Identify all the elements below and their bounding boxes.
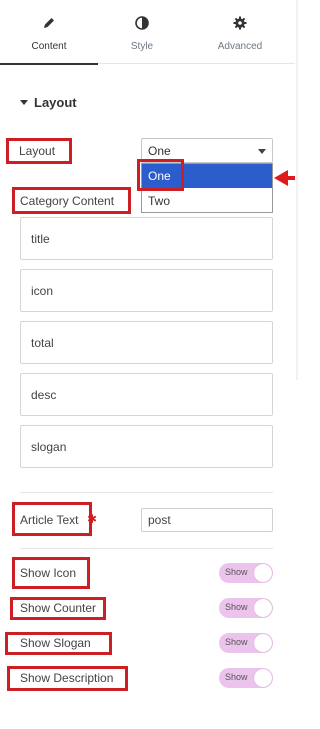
category-item-text: title [31, 231, 50, 246]
article-text-input[interactable]: post [141, 508, 273, 532]
highlight-box [6, 138, 72, 164]
toggle-knob [254, 669, 272, 687]
category-item-input[interactable]: desc [20, 373, 273, 416]
highlight-box [7, 666, 128, 691]
category-item-input[interactable]: icon [20, 269, 273, 312]
toggle-state-label: Show [225, 602, 248, 612]
highlight-box [5, 632, 112, 655]
section-title: Layout [34, 95, 77, 110]
layout-option-two[interactable]: Two [142, 189, 272, 213]
highlight-box [12, 187, 131, 214]
show-icon-toggle[interactable]: Show [219, 563, 273, 583]
toggle-state-label: Show [225, 637, 248, 647]
category-item-input[interactable]: total [20, 321, 273, 364]
tab-advanced-label: Advanced [217, 41, 263, 52]
toggle-knob [254, 634, 272, 652]
caret-down-icon [20, 100, 28, 105]
highlight-box [10, 597, 106, 620]
chevron-down-icon [258, 149, 266, 154]
show-counter-toggle[interactable]: Show [219, 598, 273, 618]
category-item-input[interactable]: slogan [20, 425, 273, 468]
show-slogan-toggle[interactable]: Show [219, 633, 273, 653]
toggle-knob [254, 599, 272, 617]
section-layout-header[interactable]: Layout [20, 95, 77, 110]
tab-content-label: Content [31, 41, 67, 52]
tab-advanced[interactable]: Advanced [190, 0, 290, 64]
panel-tabs: Content Style Advanced [0, 0, 295, 65]
layout-select-value: One [148, 144, 171, 158]
pencil-icon [0, 16, 98, 34]
tab-style[interactable]: Style [93, 0, 191, 64]
editor-panel: Content Style Advanced Layout Layout One… [0, 0, 306, 729]
contrast-icon [93, 16, 191, 34]
category-item-text: desc [31, 387, 57, 402]
divider [20, 492, 273, 493]
toggle-knob [254, 564, 272, 582]
required-marker: ✱ [87, 512, 98, 526]
category-item-text: total [31, 335, 54, 350]
highlight-box [137, 159, 184, 191]
tab-content[interactable]: Content [0, 0, 98, 65]
divider [20, 548, 273, 549]
highlight-box [12, 557, 90, 589]
category-item-text: icon [31, 283, 54, 298]
highlight-box [12, 502, 92, 536]
category-item-input[interactable]: title [20, 217, 273, 260]
toggle-state-label: Show [225, 672, 248, 682]
tab-style-label: Style [130, 41, 154, 52]
scrollbar[interactable] [296, 0, 298, 380]
category-item-text: slogan [31, 439, 67, 454]
show-description-toggle[interactable]: Show [219, 668, 273, 688]
gear-icon [190, 16, 290, 34]
toggle-state-label: Show [225, 567, 248, 577]
article-text-value: post [148, 513, 171, 527]
